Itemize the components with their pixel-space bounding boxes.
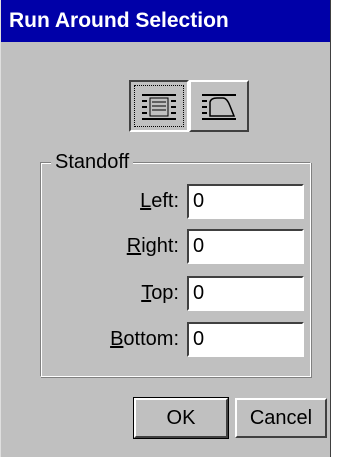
ok-button[interactable]: OK: [133, 397, 229, 439]
rectangular-runaround-button[interactable]: [129, 80, 189, 132]
cancel-button[interactable]: Cancel: [235, 398, 327, 438]
left-label: Left:: [140, 190, 179, 212]
contour-runaround-button[interactable]: [189, 80, 249, 132]
left-standoff-input[interactable]: 0: [187, 184, 304, 219]
run-around-dialog: Run Around Selection Standoff Left: 0 Ri…: [0, 0, 331, 457]
text-wrap-rectangle-icon: [142, 94, 176, 120]
bottom-label: Bottom:: [110, 328, 179, 350]
standoff-label: Standoff: [51, 150, 134, 174]
bottom-standoff-input[interactable]: 0: [187, 322, 304, 357]
text-wrap-contour-icon: [202, 94, 236, 120]
dialog-title: Run Around Selection: [1, 0, 330, 42]
right-standoff-input[interactable]: 0: [187, 229, 304, 264]
right-label: Right:: [126, 235, 179, 257]
top-standoff-input[interactable]: 0: [187, 276, 304, 311]
top-label: Top:: [141, 282, 179, 304]
